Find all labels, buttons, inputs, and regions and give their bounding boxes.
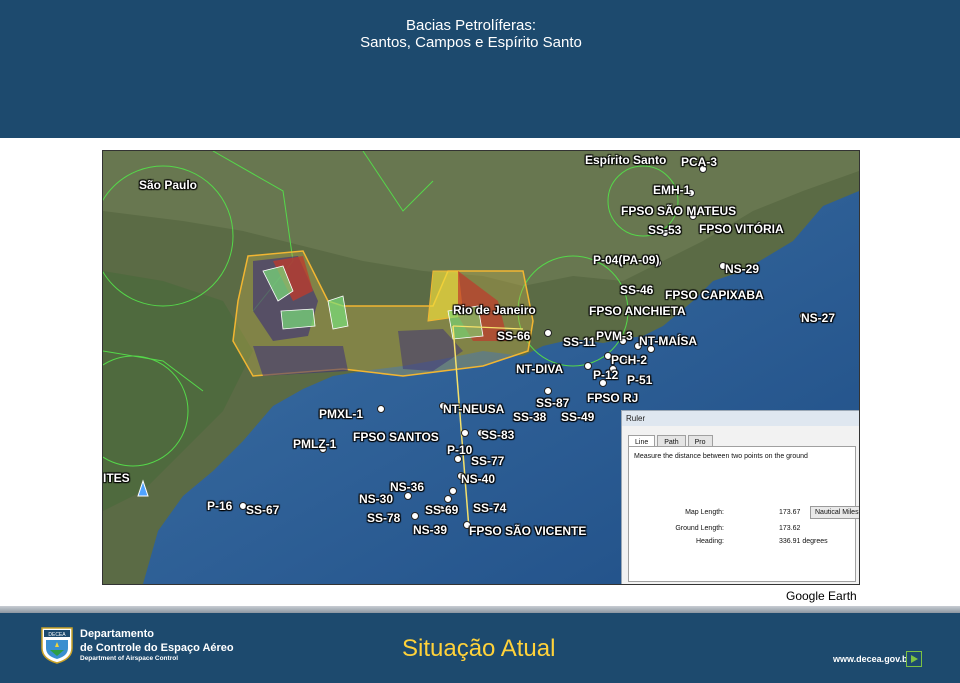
ground-length-value: 173.62 bbox=[779, 525, 801, 532]
point-fpso-santos[interactable]: FPSO SANTOS bbox=[353, 431, 439, 444]
point-p16[interactable]: P-16 bbox=[207, 500, 232, 513]
map-length-value: 173.67 bbox=[779, 509, 801, 516]
heading-label: Heading: bbox=[695, 538, 724, 545]
logo-text: DECEA bbox=[48, 632, 66, 638]
point-pch2[interactable]: PCH-2 bbox=[611, 354, 647, 367]
point-ss78[interactable]: SS-78 bbox=[367, 512, 400, 525]
point-fpso-capixaba[interactable]: FPSO CAPIXABA bbox=[665, 289, 764, 302]
point-fpso-sao-mateus[interactable]: FPSO SÃO MATEUS bbox=[621, 205, 736, 218]
point-ns29[interactable]: NS-29 bbox=[725, 263, 759, 276]
point-ns27[interactable]: NS-27 bbox=[801, 312, 835, 325]
point-nt-diva[interactable]: NT-DIVA bbox=[516, 363, 563, 376]
point-pvm3[interactable]: PVM-3 bbox=[596, 330, 633, 343]
point-ss83[interactable]: SS-83 bbox=[481, 429, 514, 442]
heading-value: 336.91 degrees bbox=[779, 538, 828, 545]
point-ss53[interactable]: SS-53 bbox=[648, 224, 681, 237]
unit-select[interactable]: Nautical Miles bbox=[810, 506, 859, 519]
ruler-tabs: Line Path Pro bbox=[628, 431, 715, 450]
point-ns36[interactable]: NS-36 bbox=[390, 481, 424, 494]
org-line-2: de Controle do Espaço Aéreo bbox=[80, 642, 234, 654]
google-earth-caption: Google Earth bbox=[786, 589, 857, 603]
arrow-icon[interactable] bbox=[906, 651, 922, 667]
point-ss74[interactable]: SS-74 bbox=[473, 502, 506, 515]
point-p10[interactable]: P-10 bbox=[447, 444, 472, 457]
org-line-1: Departamento bbox=[80, 628, 154, 640]
point-ns39[interactable]: NS-39 bbox=[413, 524, 447, 537]
point-ss46[interactable]: SS-46 bbox=[620, 284, 653, 297]
point-pmlz1[interactable]: PMLZ-1 bbox=[293, 438, 336, 451]
footer-divider bbox=[0, 606, 960, 613]
point-nt-neusa[interactable]: NT-NEUSA bbox=[443, 403, 504, 416]
point-ss87[interactable]: SS-87 bbox=[536, 397, 569, 410]
point-p04[interactable]: P-04(PA-09) bbox=[593, 254, 659, 267]
ruler-title: Ruler bbox=[622, 411, 859, 426]
point-fpso-rj[interactable]: FPSO RJ bbox=[587, 392, 638, 405]
point-fpso-anchieta[interactable]: FPSO ANCHIETA bbox=[589, 305, 686, 318]
point-fpso-sao-vicente[interactable]: FPSO SÃO VICENTE bbox=[469, 525, 586, 538]
label-espirito-santo: Espírito Santo bbox=[585, 153, 667, 167]
title-line-1: Bacias Petrolíferas: bbox=[405, 17, 537, 34]
point-ss66[interactable]: SS-66 bbox=[497, 330, 530, 343]
point-p12[interactable]: P-12 bbox=[593, 369, 618, 382]
slide-title: Bacias Petrolíferas: Santos, Campos e Es… bbox=[0, 17, 942, 51]
point-p51[interactable]: P-51 bbox=[627, 374, 652, 387]
point-ss38[interactable]: SS-38 bbox=[513, 411, 546, 424]
point-ss49[interactable]: SS-49 bbox=[561, 411, 594, 424]
point-emh1[interactable]: EMH-1 bbox=[653, 184, 690, 197]
point-ns30[interactable]: NS-30 bbox=[359, 493, 393, 506]
point-pmxl1[interactable]: PMXL-1 bbox=[319, 408, 363, 421]
point-ss77[interactable]: SS-77 bbox=[471, 455, 504, 468]
point-ss67[interactable]: SS-67 bbox=[246, 504, 279, 517]
google-earth-map[interactable]: São Paulo Espírito Santo Rio de Janeiro … bbox=[102, 150, 860, 585]
point-fpso-vitoria[interactable]: FPSO VITÓRIA bbox=[699, 223, 784, 236]
label-ites: ITES bbox=[103, 471, 130, 485]
point-ns40[interactable]: NS-40 bbox=[461, 473, 495, 486]
ruler-dialog: Ruler Line Path Pro Measure the distance b… bbox=[621, 410, 859, 584]
title-line-2: Santos, Campos e Espírito Santo bbox=[360, 34, 582, 51]
org-line-3: Department of Airspace Control bbox=[80, 655, 178, 662]
ground-length-label: Ground Length: bbox=[675, 525, 724, 532]
point-pca3[interactable]: PCA-3 bbox=[681, 156, 717, 169]
point-nt-maisa[interactable]: NT-MAÍSA bbox=[639, 335, 697, 348]
ruler-panel: Measure the distance between two points … bbox=[628, 446, 859, 582]
slide-subtitle: Situação Atual bbox=[402, 635, 556, 662]
label-rio-de-janeiro: Rio de Janeiro bbox=[453, 303, 536, 317]
label-sao-paulo: São Paulo bbox=[139, 178, 198, 192]
point-ss11[interactable]: SS-11 bbox=[563, 336, 596, 349]
point-ss69[interactable]: SS-69 bbox=[425, 504, 458, 517]
decea-logo: DECEA bbox=[41, 627, 73, 664]
website-link[interactable]: www.decea.gov.br bbox=[833, 654, 911, 664]
slide-header: Bacias Petrolíferas: Santos, Campos e Es… bbox=[0, 0, 960, 138]
map-length-label: Map Length: bbox=[685, 509, 724, 516]
ruler-description: Measure the distance between two points … bbox=[634, 453, 808, 460]
